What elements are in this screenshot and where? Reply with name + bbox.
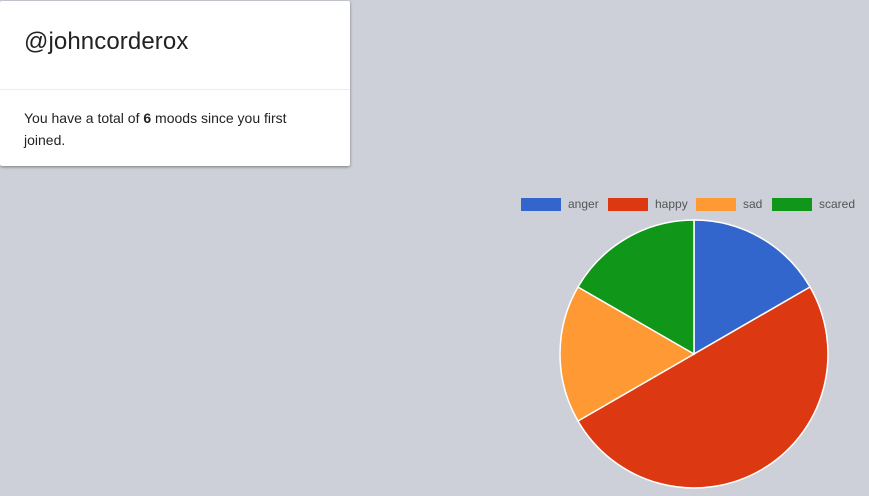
username-title: @johncorderox xyxy=(24,28,189,55)
legend-label-sad: sad xyxy=(743,197,762,211)
chart-legend: anger happy sad scared xyxy=(521,197,855,211)
mood-summary: You have a total of 6 moods since you fi… xyxy=(24,107,324,151)
legend-label-anger: anger xyxy=(568,197,599,211)
legend-item-happy[interactable]: happy xyxy=(608,197,688,211)
summary-prefix: You have a total of xyxy=(24,110,144,126)
legend-swatch-scared xyxy=(772,198,812,211)
legend-item-anger[interactable]: anger xyxy=(521,197,599,211)
legend-item-sad[interactable]: sad xyxy=(696,197,762,211)
profile-card: @johncorderox You have a total of 6 mood… xyxy=(0,1,350,166)
legend-label-scared: scared xyxy=(819,197,855,211)
legend-swatch-happy xyxy=(608,198,648,211)
card-divider xyxy=(0,89,350,90)
pie-slices xyxy=(559,219,829,489)
pie-chart-svg: anger happy sad scared xyxy=(521,197,855,489)
mood-pie-chart: anger happy sad scared xyxy=(500,180,869,496)
mood-count: 6 xyxy=(143,110,152,126)
legend-swatch-sad xyxy=(696,198,736,211)
legend-label-happy: happy xyxy=(655,197,688,211)
legend-swatch-anger xyxy=(521,198,561,211)
legend-item-scared[interactable]: scared xyxy=(772,197,855,211)
